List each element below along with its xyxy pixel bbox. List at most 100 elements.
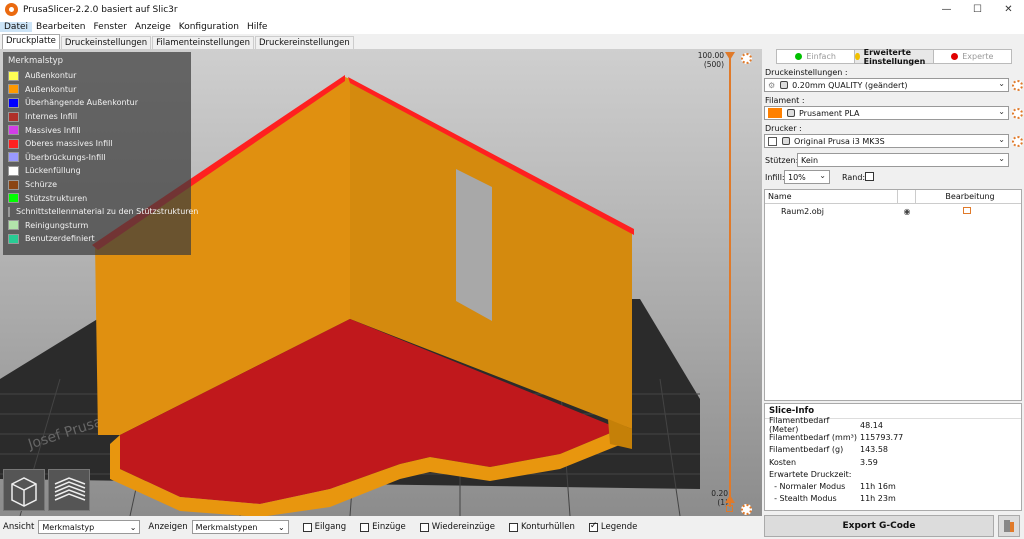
- legend-label: Stützstrukturen: [25, 193, 88, 203]
- view-toggle-group: [3, 469, 93, 511]
- legend-swatch: [8, 152, 19, 163]
- tab-druckereinstellungen[interactable]: Druckereinstellungen: [255, 36, 354, 49]
- print-settings-edit-icon[interactable]: [1012, 80, 1023, 91]
- filament-value: Prusament PLA: [799, 108, 860, 118]
- legend-item: Schürze: [8, 178, 186, 192]
- legend-item: Überhängende Außenkontur: [8, 96, 186, 110]
- legend-swatch: [8, 97, 19, 108]
- legend-item: Reinigungsturm: [8, 219, 186, 233]
- layer-top-cog-icon[interactable]: [741, 53, 752, 64]
- printer-select[interactable]: Original Prusa i3 MK3S ⌄: [764, 134, 1009, 148]
- slice-info-value: 3.59: [860, 457, 878, 467]
- window-opening: [456, 169, 492, 321]
- sd-card-icon: [1004, 520, 1014, 532]
- legend-label: Schnittstellenmaterial zu den Stützstruk…: [16, 207, 199, 217]
- menu-fenster[interactable]: Fenster: [89, 22, 130, 32]
- layer-slider[interactable]: 100.00 (500) 0.20 (1): [690, 49, 760, 516]
- object-list-header: Name Bearbeitung: [765, 190, 1021, 204]
- layer-top-handle[interactable]: [725, 52, 735, 60]
- brim-checkbox[interactable]: [865, 172, 874, 181]
- konturhuellen-checkbox[interactable]: [508, 522, 518, 532]
- lock-icon[interactable]: [726, 505, 733, 512]
- mode-experte[interactable]: Experte: [934, 50, 1011, 63]
- layer-bottom-handle[interactable]: [725, 495, 735, 503]
- object-row[interactable]: Raum2.obj ◉: [765, 204, 1021, 218]
- menu-hilfe[interactable]: Hilfe: [243, 22, 271, 32]
- view-value: Merkmalstyp: [42, 522, 95, 532]
- export-gcode-button[interactable]: Export G-Code: [764, 515, 994, 537]
- view-select[interactable]: Merkmalstyp ⌄: [38, 520, 141, 534]
- legend-item: Massives Infill: [8, 123, 186, 137]
- slice-info-key: Filamentbedarf (Meter): [769, 416, 830, 435]
- chevron-down-icon: ⌄: [998, 135, 1005, 144]
- 3d-view-icon[interactable]: [3, 469, 45, 511]
- option-label: Eilgang: [314, 522, 347, 532]
- chevron-down-icon: ⌄: [129, 522, 137, 532]
- layer-bottom-cog-icon[interactable]: [741, 504, 752, 515]
- legend-swatch: [8, 125, 19, 136]
- legend-item: Überbrückungs-Infill: [8, 151, 186, 165]
- layer-top-value: 100.00: [697, 51, 724, 60]
- mode-einfach[interactable]: Einfach: [777, 50, 856, 63]
- tab-druckeinstellungen[interactable]: Druckeinstellungen: [60, 36, 152, 49]
- mode-erweitert[interactable]: Erweiterte Einstellungen: [855, 48, 934, 66]
- legend-swatch: [8, 206, 10, 217]
- legend-swatch: [8, 220, 19, 231]
- tab-druckplatte[interactable]: Druckplatte: [2, 34, 60, 49]
- slice-info-key: - Normaler Modus: [769, 482, 846, 492]
- mode-dot-icon: [855, 53, 860, 60]
- filament-edit-icon[interactable]: [1012, 108, 1023, 119]
- option-einzuege[interactable]: Einzüge: [360, 522, 406, 532]
- layer-slider-track[interactable]: [729, 57, 731, 507]
- slice-info-panel: Slice-Info Filamentbedarf (Meter) 48.14 F…: [764, 403, 1022, 511]
- infill-select[interactable]: 10% ⌄: [784, 170, 830, 184]
- send-to-printer-button[interactable]: [998, 515, 1020, 537]
- printer-edit-icon[interactable]: [1012, 136, 1023, 147]
- cog-icon: ⚙: [768, 80, 776, 90]
- option-wiedereinzuege[interactable]: Wiedereinzüge: [419, 522, 495, 532]
- legende-checkbox[interactable]: [588, 521, 598, 532]
- 3d-viewport[interactable]: Josef Prusa i3 MK3 Merkmalstyp Außenkont…: [0, 49, 762, 516]
- option-konturhuellen[interactable]: Konturhüllen: [508, 522, 575, 532]
- mode-label: Experte: [962, 52, 994, 61]
- col-edit[interactable]: Bearbeitung: [916, 190, 1021, 203]
- legend-title: Merkmalstyp: [8, 56, 64, 66]
- printer-value: Original Prusa i3 MK3S: [794, 136, 885, 146]
- eilgang-checkbox[interactable]: [302, 522, 312, 532]
- menu-konfiguration[interactable]: Konfiguration: [175, 22, 243, 32]
- filament-select[interactable]: Prusament PLA ⌄: [764, 106, 1009, 120]
- print-settings-select[interactable]: ⚙ 0.20mm QUALITY (geändert) ⌄: [764, 78, 1009, 92]
- menu-bearbeiten[interactable]: Bearbeiten: [32, 22, 89, 32]
- menu-datei[interactable]: Datei: [0, 21, 33, 32]
- option-eilgang[interactable]: Eilgang: [302, 522, 347, 532]
- edit-icon[interactable]: [963, 207, 971, 214]
- show-select[interactable]: Merkmalstypen ⌄: [191, 520, 289, 534]
- object-list: Name Bearbeitung Raum2.obj ◉: [764, 189, 1022, 401]
- legend-label: Oberes massives Infill: [25, 139, 113, 149]
- wiedereinzuege-checkbox[interactable]: [419, 522, 429, 532]
- supports-select[interactable]: Kein ⌄: [797, 153, 1009, 167]
- legend-swatch: [8, 138, 19, 149]
- legend-panel: Merkmalstyp Außenkontur Außenkontur Über…: [3, 52, 198, 255]
- legend-label: Massives Infill: [25, 125, 81, 135]
- col-name[interactable]: Name: [765, 190, 898, 203]
- print-settings-value: 0.20mm QUALITY (geändert): [792, 80, 908, 90]
- legend-item: Internes Infill: [8, 110, 186, 124]
- slice-info-value: 11h 16m: [860, 482, 896, 492]
- mode-label: Einfach: [806, 52, 836, 61]
- close-button[interactable]: ✕: [993, 0, 1024, 19]
- einzuege-checkbox[interactable]: [360, 522, 370, 532]
- minimize-button[interactable]: —: [931, 0, 962, 19]
- preview-layers-icon[interactable]: [48, 469, 90, 511]
- legend-swatch: [8, 165, 19, 176]
- maximize-button[interactable]: ☐: [962, 0, 993, 19]
- view-label: Ansicht: [3, 522, 35, 532]
- window-title: PrusaSlicer-2.2.0 basiert auf Slic3r: [23, 4, 178, 15]
- menu-anzeige[interactable]: Anzeige: [131, 22, 175, 32]
- layer-top-index: (500): [703, 60, 724, 69]
- eye-icon[interactable]: ◉: [898, 207, 916, 216]
- lock-icon: [787, 109, 795, 117]
- tab-filamenteinstellungen[interactable]: Filamenteinstellungen: [152, 36, 255, 49]
- option-legende[interactable]: Legende: [588, 521, 637, 532]
- legend-swatch: [8, 70, 19, 81]
